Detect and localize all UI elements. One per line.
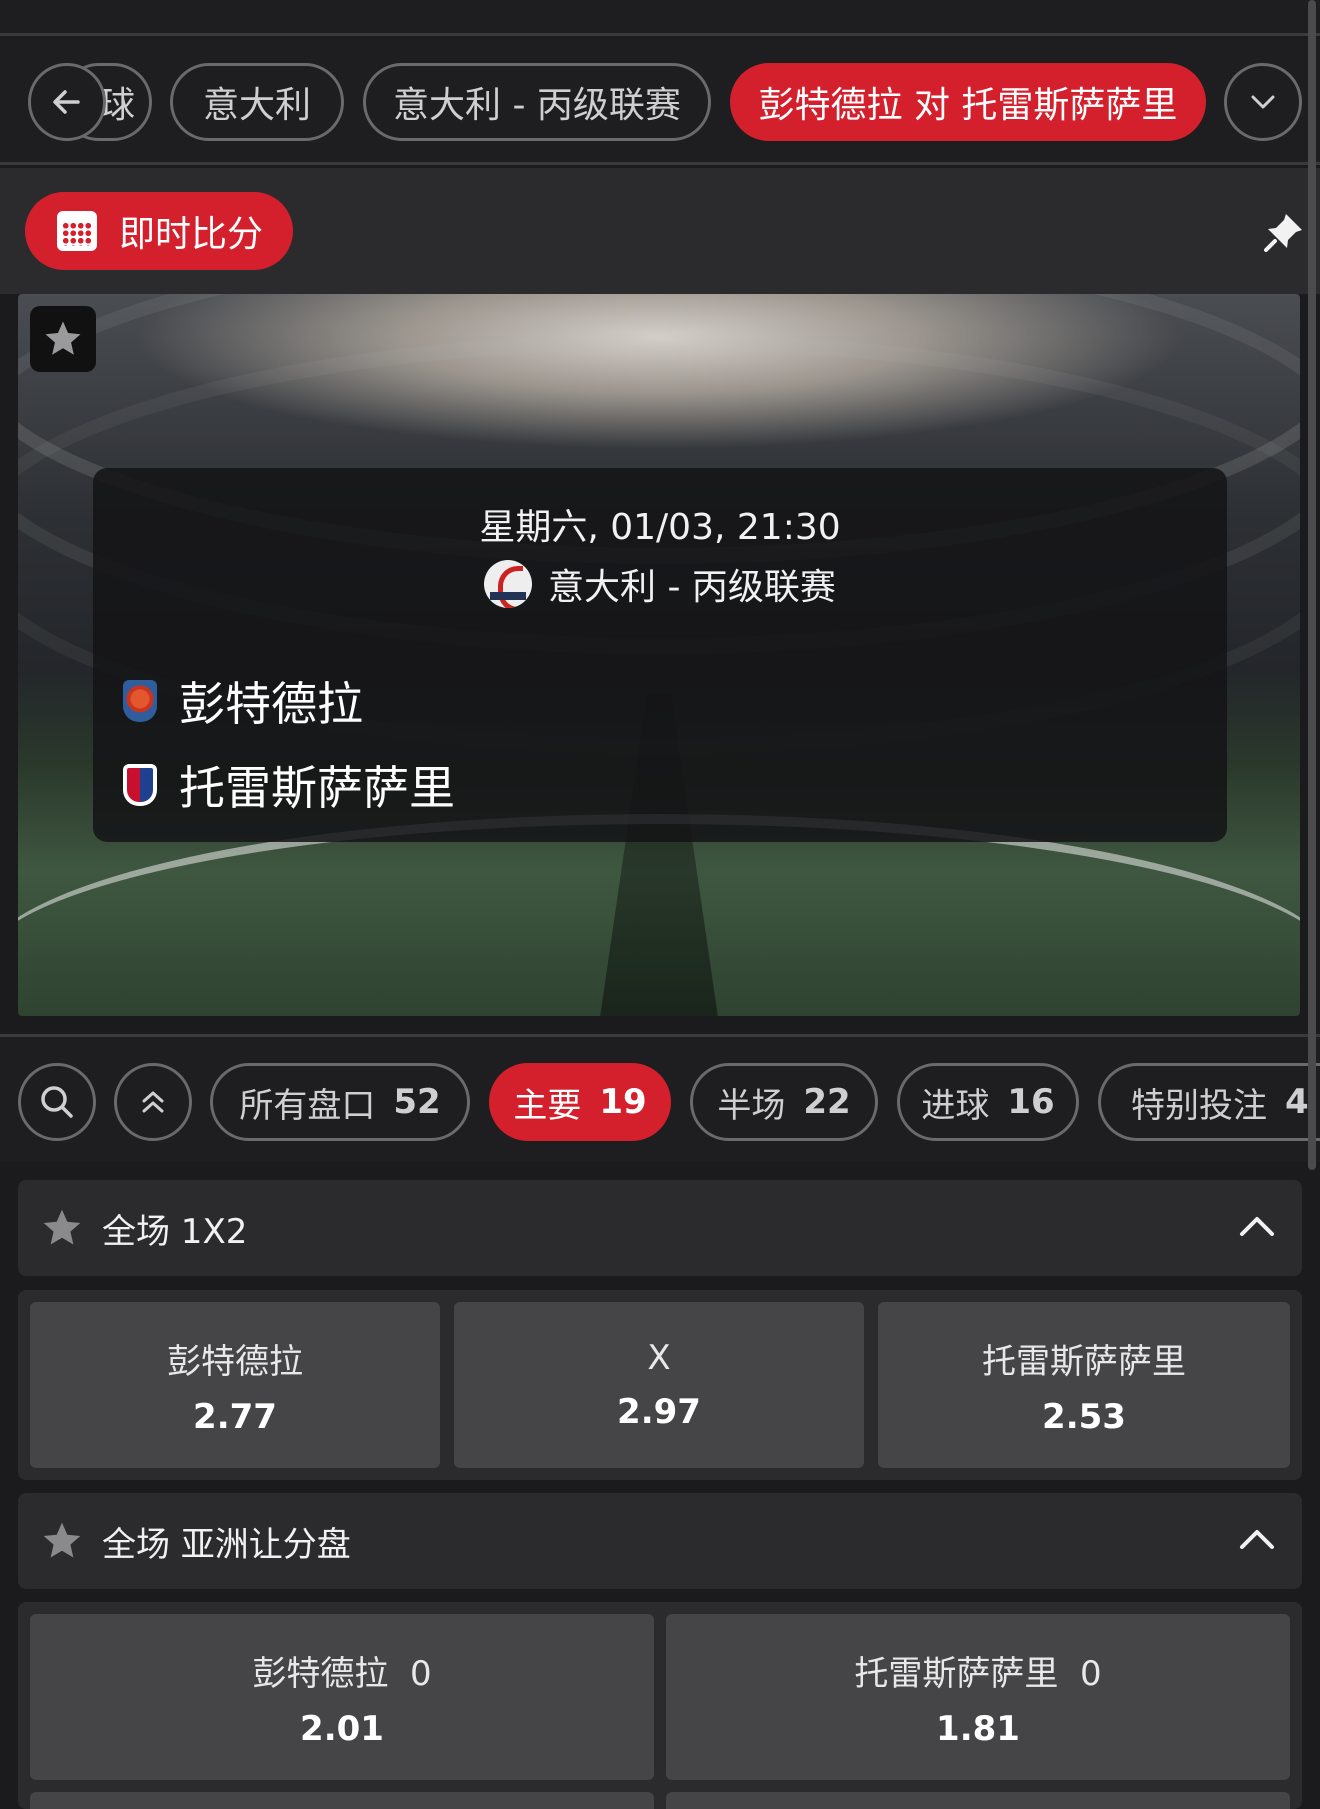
pitch-line	[18, 814, 1300, 1016]
favorite-match-button[interactable]	[30, 306, 96, 372]
market-tabs: 所有盘口 52 主要 19 半场 22 进球 16 特别投注 4	[0, 1034, 1320, 1162]
odd-button-next-row[interactable]	[666, 1792, 1290, 1809]
odd-button-handicap-away[interactable]: 托雷斯萨萨里 0 1.81	[666, 1614, 1290, 1780]
back-button[interactable]	[28, 63, 106, 141]
league-logo-icon	[484, 560, 533, 608]
breadcrumb: 球 意大利 意大利 - 丙级联赛 彭特德拉 对 托雷斯萨萨里	[0, 39, 1320, 165]
live-score-bar: 即时比分	[0, 168, 1320, 294]
breadcrumb-dropdown-button[interactable]	[1224, 63, 1302, 141]
top-strip	[0, 0, 1320, 36]
away-team-crest-icon	[123, 764, 157, 806]
chevron-down-icon	[1251, 95, 1275, 109]
market-body-asian-handicap: 彭特德拉 0 2.01 托雷斯萨萨里 0 1.81	[18, 1602, 1302, 1809]
odd-button-away[interactable]: 托雷斯萨萨里 2.53	[878, 1302, 1290, 1468]
match-info-card: 星期六, 01/03, 21:30 意大利 - 丙级联赛 彭特德拉 托雷斯萨萨里	[93, 468, 1227, 842]
star-icon[interactable]	[40, 1519, 84, 1563]
tab-specials[interactable]: 特别投注 4	[1098, 1063, 1320, 1141]
odd-button-next-row[interactable]	[30, 1792, 654, 1809]
tab-main[interactable]: 主要 19	[489, 1063, 671, 1141]
pin-icon[interactable]	[1262, 210, 1306, 254]
collapse-all-button[interactable]	[114, 1063, 192, 1141]
arrow-left-icon	[53, 90, 80, 114]
search-icon	[41, 1086, 73, 1118]
star-icon[interactable]	[40, 1206, 84, 1250]
search-button[interactable]	[18, 1063, 96, 1141]
away-team: 托雷斯萨萨里	[123, 752, 455, 818]
tab-goals[interactable]: 进球 16	[897, 1063, 1079, 1141]
chevron-up-icon[interactable]	[1234, 1204, 1280, 1250]
match-league[interactable]: 意大利 - 丙级联赛	[93, 558, 1227, 610]
double-chevron-up-icon	[142, 1091, 164, 1113]
breadcrumb-item-match[interactable]: 彭特德拉 对 托雷斯萨萨里	[730, 63, 1206, 141]
calendar-icon	[57, 211, 97, 251]
market-body-1x2: 彭特德拉 2.77 X 2.97 托雷斯萨萨里 2.53	[18, 1290, 1302, 1480]
chevron-up-icon[interactable]	[1234, 1517, 1280, 1563]
tab-all-markets[interactable]: 所有盘口 52	[210, 1063, 470, 1141]
tab-half-time[interactable]: 半场 22	[690, 1063, 878, 1141]
home-team-crest-icon	[123, 680, 157, 722]
scrollbar[interactable]	[1308, 0, 1316, 1170]
breadcrumb-item-country[interactable]: 意大利	[170, 63, 344, 141]
home-team: 彭特德拉	[123, 668, 363, 734]
star-icon	[45, 321, 81, 355]
market-header-1x2[interactable]: 全场 1X2	[18, 1180, 1302, 1276]
match-hero: 星期六, 01/03, 21:30 意大利 - 丙级联赛 彭特德拉 托雷斯萨萨里	[18, 294, 1300, 1016]
odd-button-handicap-home[interactable]: 彭特德拉 0 2.01	[30, 1614, 654, 1780]
breadcrumb-item-league[interactable]: 意大利 - 丙级联赛	[363, 63, 711, 141]
odd-button-draw[interactable]: X 2.97	[454, 1302, 864, 1468]
odd-button-home[interactable]: 彭特德拉 2.77	[30, 1302, 440, 1468]
live-score-button[interactable]: 即时比分	[25, 192, 293, 270]
market-header-asian-handicap[interactable]: 全场 亚洲让分盘	[18, 1493, 1302, 1589]
match-datetime: 星期六, 01/03, 21:30	[479, 507, 841, 548]
